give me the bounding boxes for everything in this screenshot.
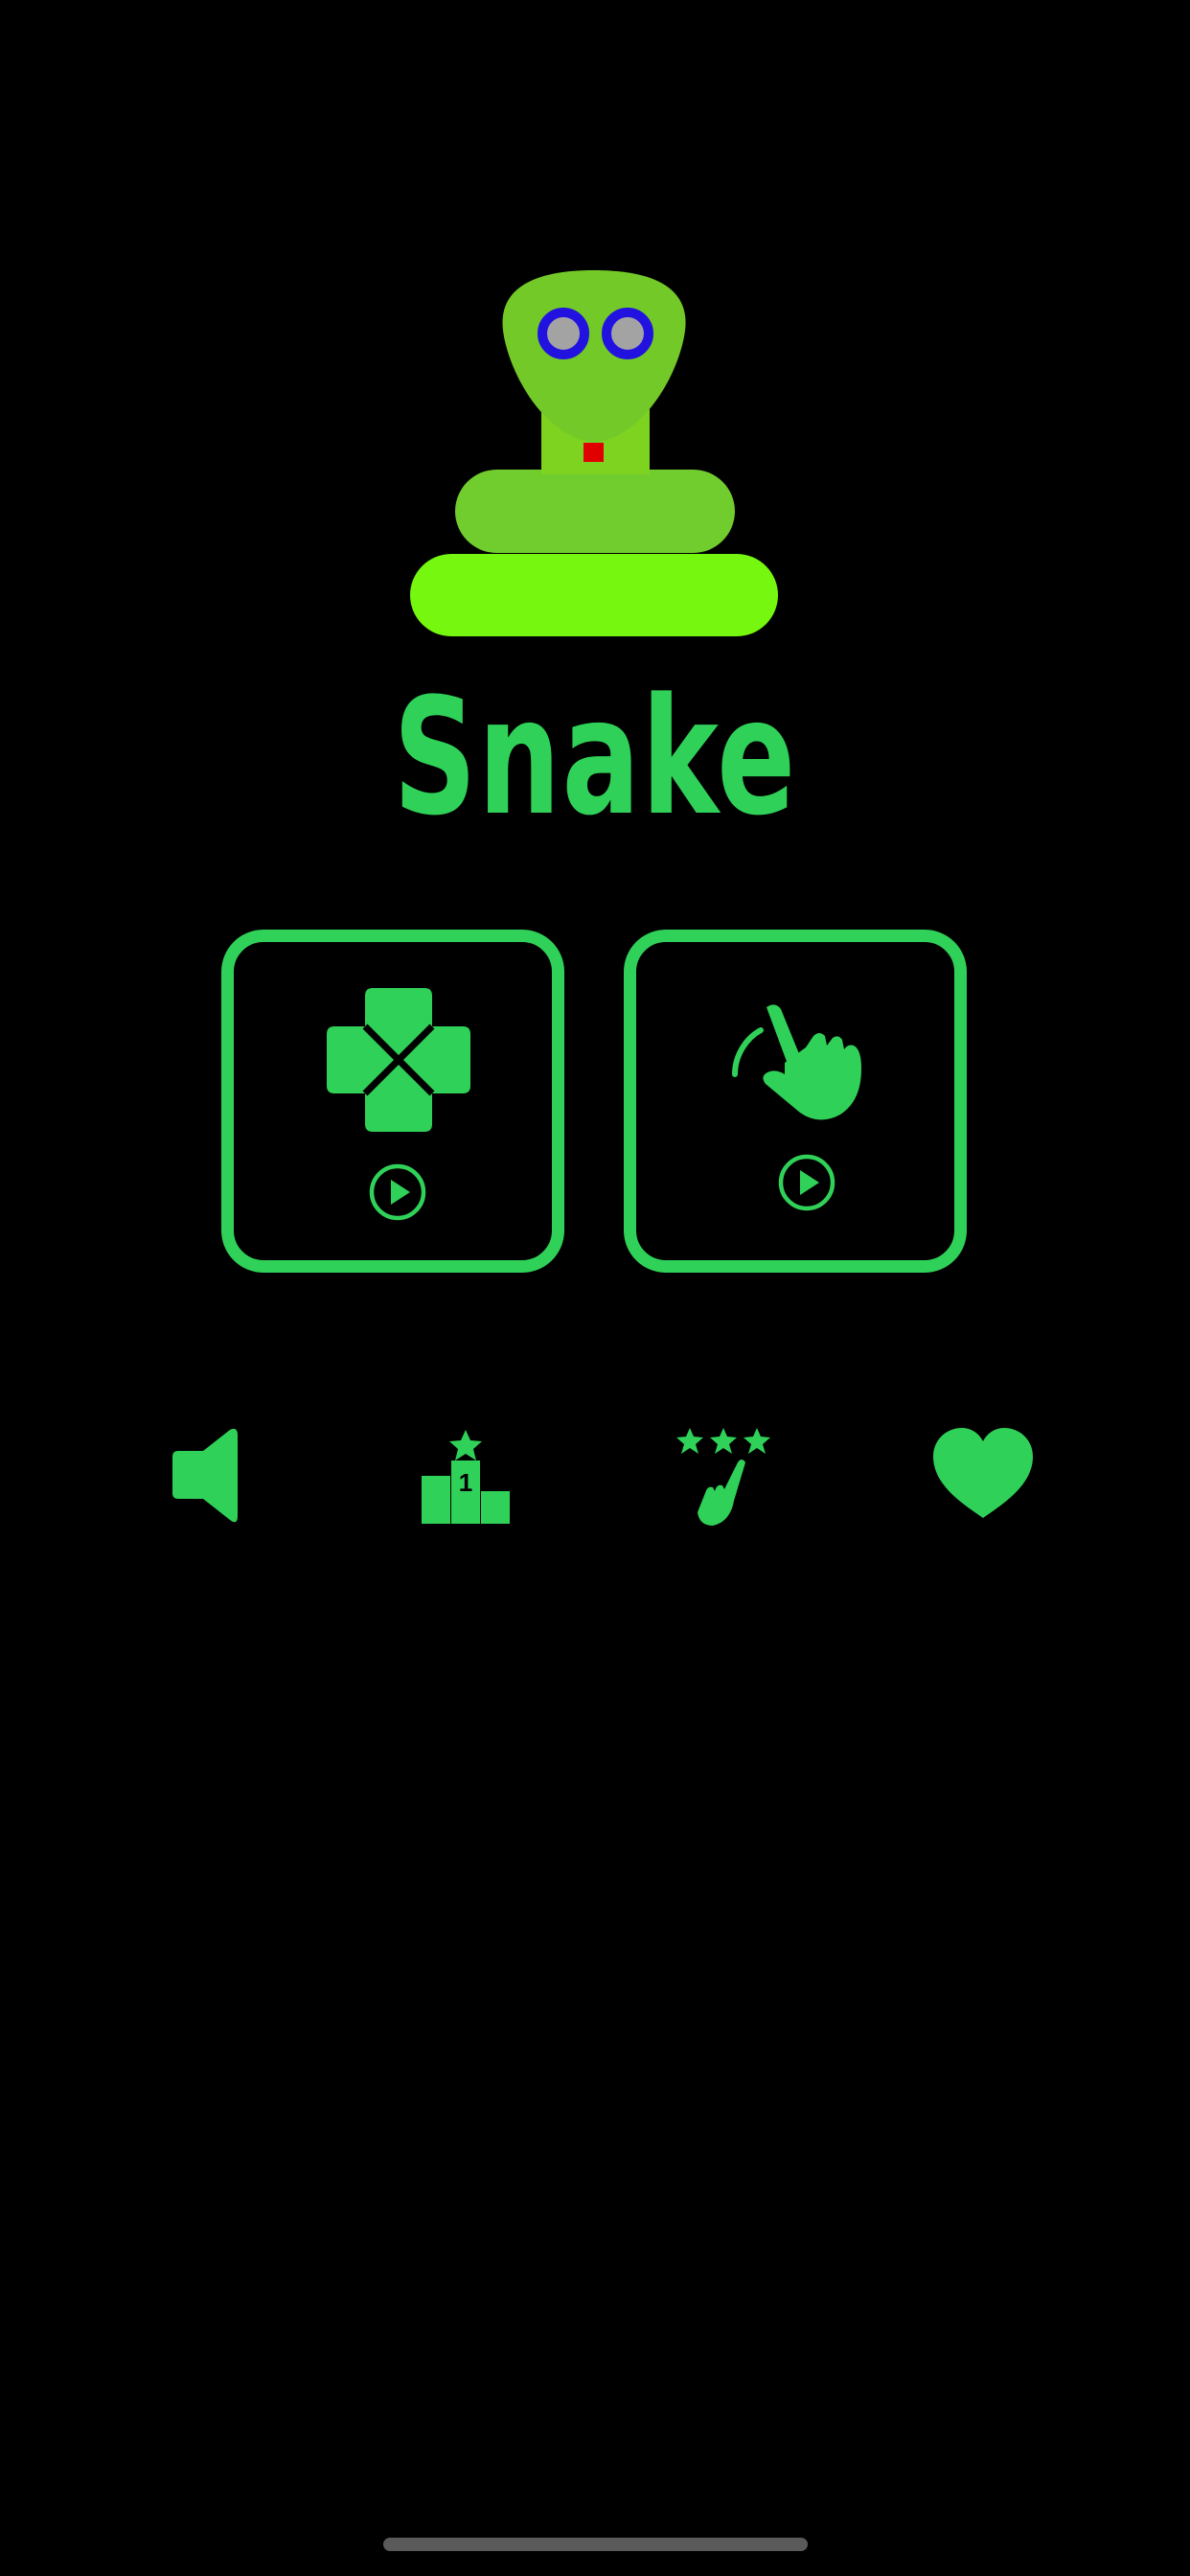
tap-hand-icon: [732, 1004, 861, 1120]
snake-eye-right: [602, 308, 653, 359]
snake-tongue: [584, 443, 604, 462]
touch-mode-button[interactable]: [624, 930, 967, 1273]
snake-body-bottom: [410, 554, 778, 636]
snake-eye-left: [538, 308, 589, 359]
play-circle-icon: [778, 1154, 835, 1211]
snake-logo: [410, 270, 778, 636]
rate-stars-hand-icon[interactable]: [667, 1418, 782, 1533]
snake-body-top: [455, 470, 735, 553]
speaker-icon[interactable]: [163, 1418, 278, 1533]
play-circle-icon: [369, 1163, 426, 1221]
classic-mode-button[interactable]: [221, 930, 564, 1273]
podium-icon[interactable]: 1: [408, 1418, 523, 1533]
snake-head: [502, 270, 686, 443]
dpad-icon: [327, 988, 470, 1132]
game-title: Snake: [393, 663, 797, 851]
heart-icon[interactable]: [926, 1418, 1041, 1533]
podium-label: 1: [459, 1468, 472, 1497]
home-indicator[interactable]: [383, 2538, 808, 2551]
